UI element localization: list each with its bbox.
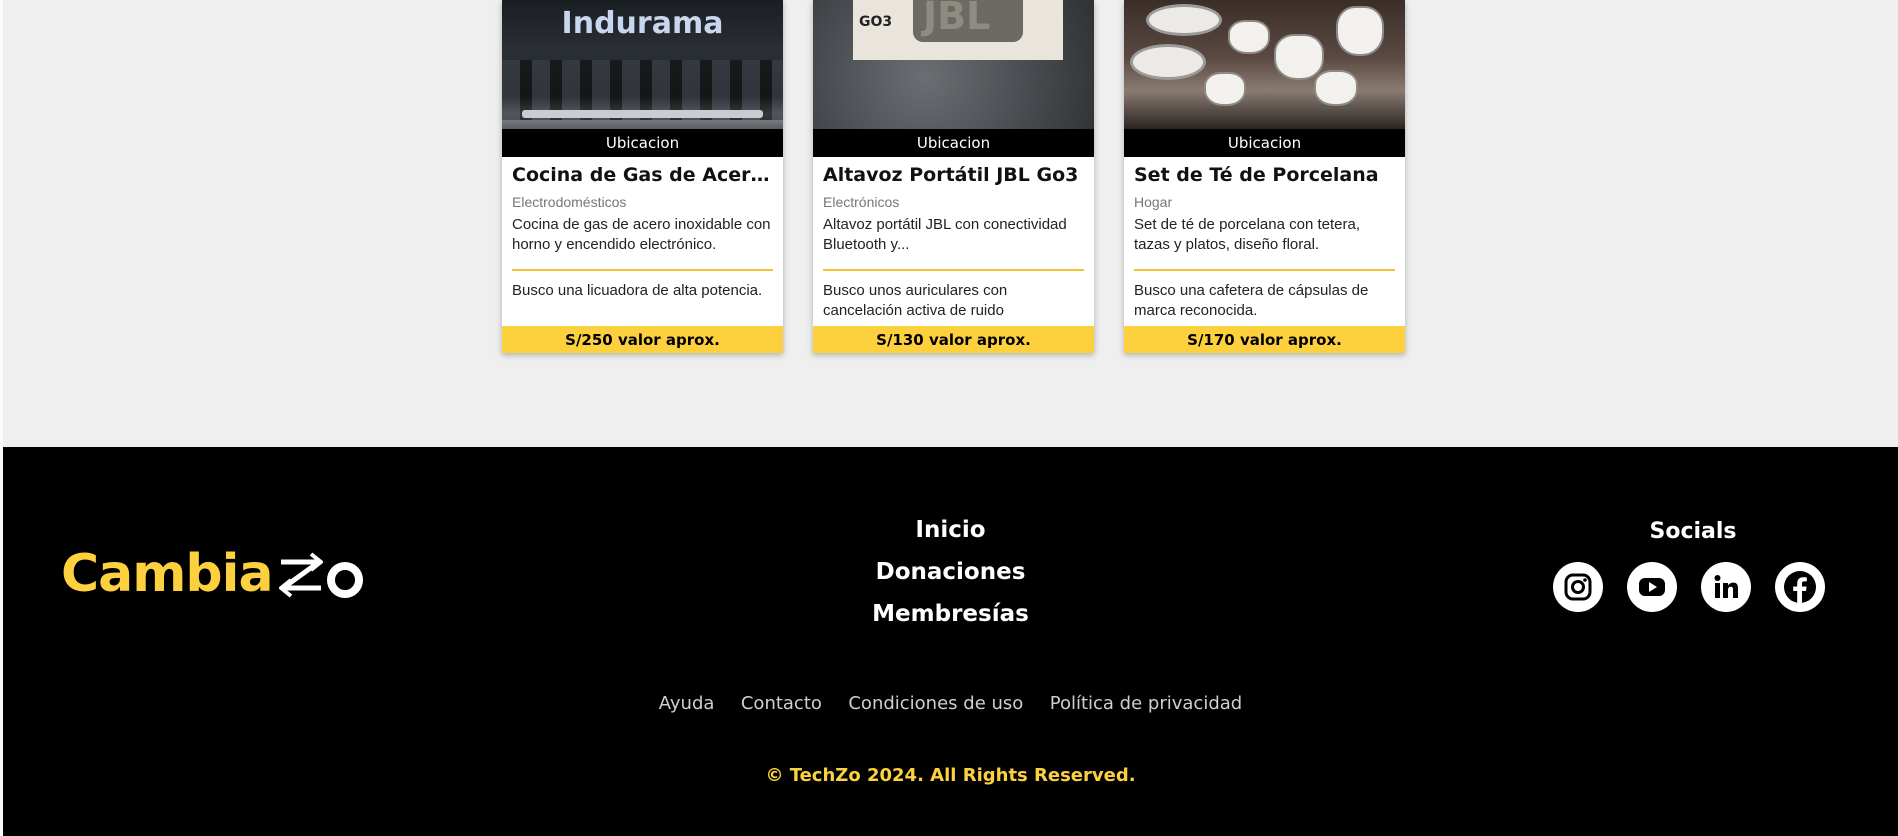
product-description: Cocina de gas de acero inoxidable con ho… [512,216,771,253]
location-label: Ubicacion [1124,129,1405,157]
product-description: Altavoz portátil JBL con conectividad Bl… [823,216,1067,253]
image-brand-text: JBL [923,0,991,38]
instagram-icon[interactable] [1553,562,1603,612]
product-title[interactable]: Altavoz Portátil JBL Go3 [823,163,1084,187]
site-footer: Cambia Inicio Donaciones Membresías Soci… [3,447,1898,836]
product-price: S/250 valor aprox. [502,326,783,353]
product-image[interactable]: Indurama [502,0,783,129]
legal-link-contacto[interactable]: Contacto [741,693,822,714]
product-wish: Busco una cafetera de cápsulas de marca … [1134,282,1369,319]
product-wish: Busco unos auriculares con cancelación a… [823,282,1008,319]
legal-link-condiciones[interactable]: Condiciones de uso [848,693,1023,714]
product-category: Electrónicos [823,194,900,210]
product-price: S/170 valor aprox. [1124,326,1405,353]
product-image[interactable]: JBL GO3 [813,0,1094,129]
legal-link-privacidad[interactable]: Política de privacidad [1050,693,1242,714]
product-category: Electrodomésticos [512,194,627,210]
product-card[interactable]: Indurama Ubicacion Cocina de Gas de Acer… [502,0,783,353]
legal-links: Ayuda Contacto Condiciones de uso Políti… [3,693,1898,714]
card-divider [823,269,1084,271]
card-divider [512,269,773,271]
socials-section: Socials [1553,519,1833,612]
product-price: S/130 valor aprox. [813,326,1094,353]
product-image[interactable] [1124,0,1405,129]
product-category: Hogar [1134,194,1173,210]
location-label: Ubicacion [502,129,783,157]
socials-title: Socials [1649,519,1737,544]
facebook-icon[interactable] [1775,562,1825,612]
location-label: Ubicacion [813,129,1094,157]
copyright-text: © TechZo 2024. All Rights Reserved. [765,765,1136,786]
linkedin-icon[interactable] [1701,562,1751,612]
image-brand-text: Indurama [561,6,724,41]
youtube-icon[interactable] [1627,562,1677,612]
image-model-text: GO3 [859,14,893,30]
product-grid: Indurama Ubicacion Cocina de Gas de Acer… [502,0,1405,353]
product-description: Set de té de porcelana con tetera, tazas… [1134,216,1360,253]
product-card[interactable]: JBL GO3 Ubicacion Altavoz Portátil JBL G… [813,0,1094,353]
product-title[interactable]: Cocina de Gas de Acero Inoxidable [512,163,773,187]
product-title[interactable]: Set de Té de Porcelana [1134,163,1395,187]
product-wish: Busco una licuadora de alta potencia. [512,282,763,299]
card-divider [1134,269,1395,271]
product-card[interactable]: Ubicacion Set de Té de Porcelana Hogar S… [1124,0,1405,353]
legal-link-ayuda[interactable]: Ayuda [659,693,715,714]
